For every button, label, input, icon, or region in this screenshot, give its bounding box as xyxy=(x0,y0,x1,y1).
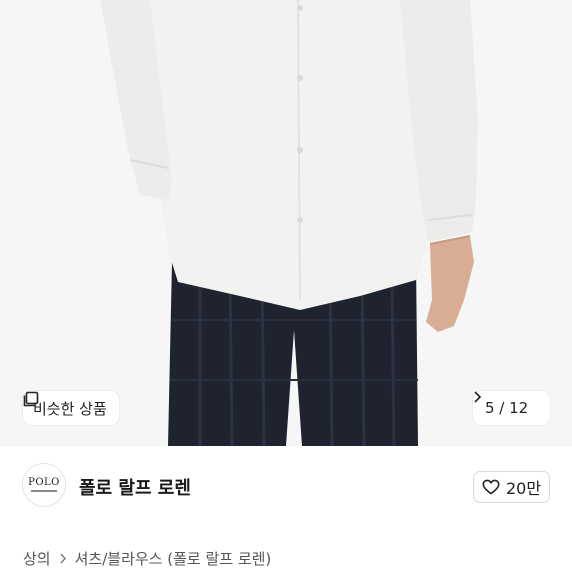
brand-logo-text: POLO xyxy=(28,477,60,488)
copy-icon xyxy=(23,391,39,407)
product-photo xyxy=(0,0,572,446)
breadcrumb-item-category[interactable]: 셔츠/블라우스 (폴로 랄프 로렌) xyxy=(75,548,272,569)
similar-items-button[interactable]: 비슷한 상품 xyxy=(23,391,119,425)
chevron-right-icon xyxy=(474,391,482,403)
image-counter: 5 / 12 xyxy=(485,399,529,417)
heart-icon xyxy=(482,479,500,495)
seller-row: POLO 폴로 랄프 로렌 20만 xyxy=(0,446,572,528)
like-button[interactable]: 20만 xyxy=(473,471,550,503)
image-counter-button[interactable]: 5 / 12 xyxy=(473,391,550,425)
brand-name[interactable]: 폴로 랄프 로렌 xyxy=(79,474,191,500)
similar-items-label: 비슷한 상품 xyxy=(33,399,107,418)
brand-logo[interactable]: POLO xyxy=(22,463,66,507)
chevron-right-icon xyxy=(60,553,66,564)
brand-logo-underline xyxy=(31,490,57,492)
breadcrumb: 상의 셔츠/블라우스 (폴로 랄프 로렌) xyxy=(23,548,271,569)
breadcrumb-item-top[interactable]: 상의 xyxy=(23,548,51,569)
like-count: 20만 xyxy=(505,479,542,498)
product-image-carousel[interactable]: 비슷한 상품 5 / 12 xyxy=(0,0,572,446)
